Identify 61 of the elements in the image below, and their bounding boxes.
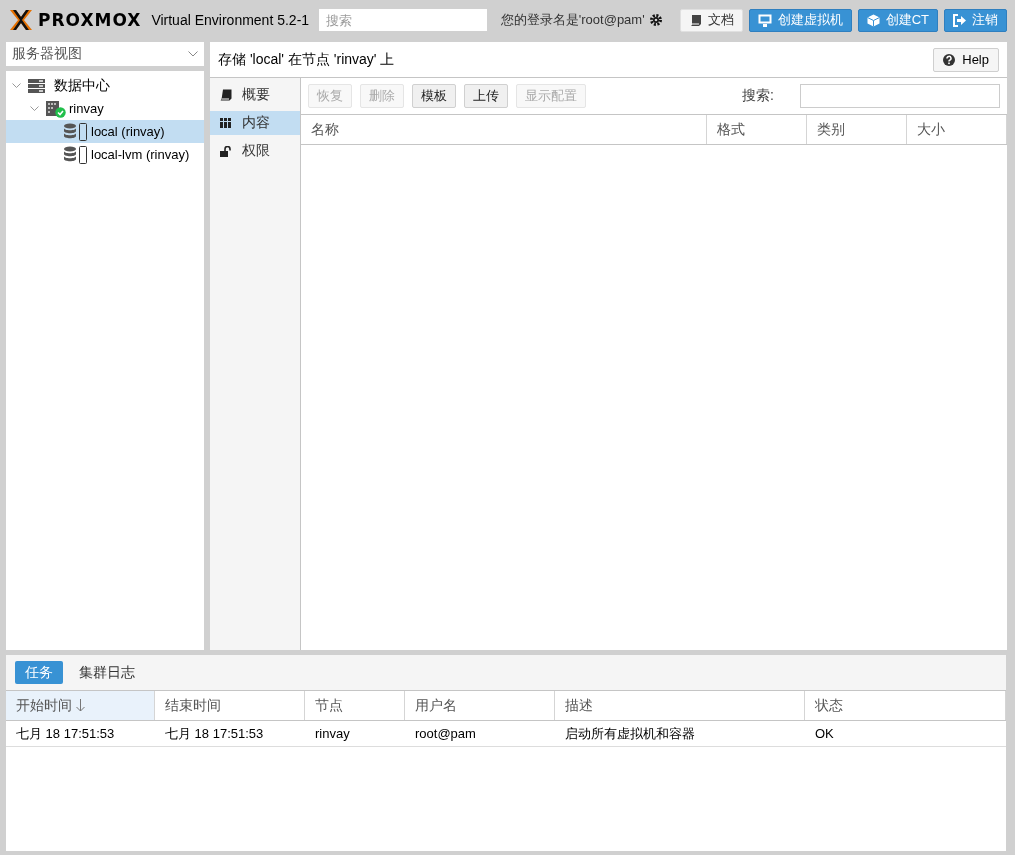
table-row[interactable]: 七月 18 17:51:53 七月 18 17:51:53 rinvay root@pam 启动所有虚拟机和容器 OK (6, 721, 1006, 747)
nav-item[interactable]: 概要 (210, 83, 300, 107)
table-cell-text: 七月 18 17:51:53 (164, 724, 265, 743)
user-label: 您的登录名是'root@pam' (500, 11, 645, 29)
book-icon (220, 89, 232, 101)
gear-icon[interactable] (649, 14, 662, 26)
table-cell-text: OK (814, 725, 835, 743)
chevron-down-icon (188, 51, 198, 57)
tree-label: rinvay (69, 101, 104, 116)
table-cell-text: 启动所有虚拟机和容器 (564, 724, 696, 743)
column-header-label: 结束时间 (165, 696, 221, 715)
grid-icon (220, 118, 232, 128)
search-field[interactable] (800, 84, 1000, 108)
column-header-label: 描述 (565, 696, 593, 715)
column-header-label: 状态 (815, 696, 843, 715)
view-selector[interactable]: 服务器视图 (6, 42, 204, 66)
monitor-icon (757, 13, 772, 27)
tree-label: local-lvm (rinvay) (91, 147, 190, 162)
storage-icon (64, 145, 88, 164)
table-cell-text: rinvay (314, 725, 351, 743)
tree-label: 数据中心 (54, 76, 110, 95)
server-rack-icon (28, 78, 45, 93)
nav-item[interactable]: 内容 (210, 111, 300, 135)
help-icon (943, 53, 956, 66)
column-header[interactable]: 格式 (707, 115, 807, 144)
column-header-label: 开始时间 (16, 696, 72, 715)
x-logo-icon (8, 9, 34, 31)
sort-down-arrow-icon (76, 699, 85, 712)
view-selector-value: 服务器视图 (12, 45, 82, 63)
column-header[interactable]: 开始时间 (6, 691, 155, 720)
cube-icon (866, 13, 880, 27)
table-cell-text: root@pam (414, 725, 477, 743)
tree-item[interactable]: 数据中心 (6, 74, 204, 97)
logo-text: PROXMOX (38, 10, 142, 30)
toolbar-button[interactable]: 模板 (412, 84, 456, 108)
tab[interactable]: 集群日志 (69, 661, 145, 684)
tree-item[interactable]: rinvay (6, 97, 204, 120)
column-header-label: 节点 (315, 696, 343, 715)
column-header[interactable]: 描述 (555, 691, 805, 720)
docs-button[interactable]: 文档 (679, 8, 743, 32)
tree-item[interactable]: local-lvm (rinvay) (6, 143, 204, 166)
column-header[interactable]: 用户名 (405, 691, 555, 720)
column-header[interactable]: 大小 (907, 115, 1007, 144)
column-header[interactable]: 名称 (301, 115, 707, 144)
toolbar-button[interactable]: 上传 (464, 84, 508, 108)
nav-item[interactable]: 权限 (210, 139, 300, 163)
panel-title: 存储 'local' 在节点 'rinvay' 上 (218, 50, 395, 69)
search-label: 搜索: (742, 87, 774, 105)
product-version: Virtual Environment 5.2-1 (151, 12, 310, 28)
column-header[interactable]: 结束时间 (155, 691, 305, 720)
exit-icon (953, 13, 966, 27)
tree-label: local (rinvay) (91, 124, 165, 139)
table-cell-text: 七月 18 17:51:53 (15, 724, 116, 743)
column-header[interactable]: 节点 (305, 691, 405, 720)
padlock-icon (220, 145, 232, 157)
help-button[interactable]: Help (933, 47, 999, 72)
column-header[interactable]: 状态 (805, 691, 1006, 720)
storage-icon (64, 122, 88, 141)
tree-item[interactable]: local (rinvay) (6, 120, 204, 143)
column-header[interactable]: 类别 (807, 115, 907, 144)
column-header-label: 用户名 (415, 696, 457, 715)
